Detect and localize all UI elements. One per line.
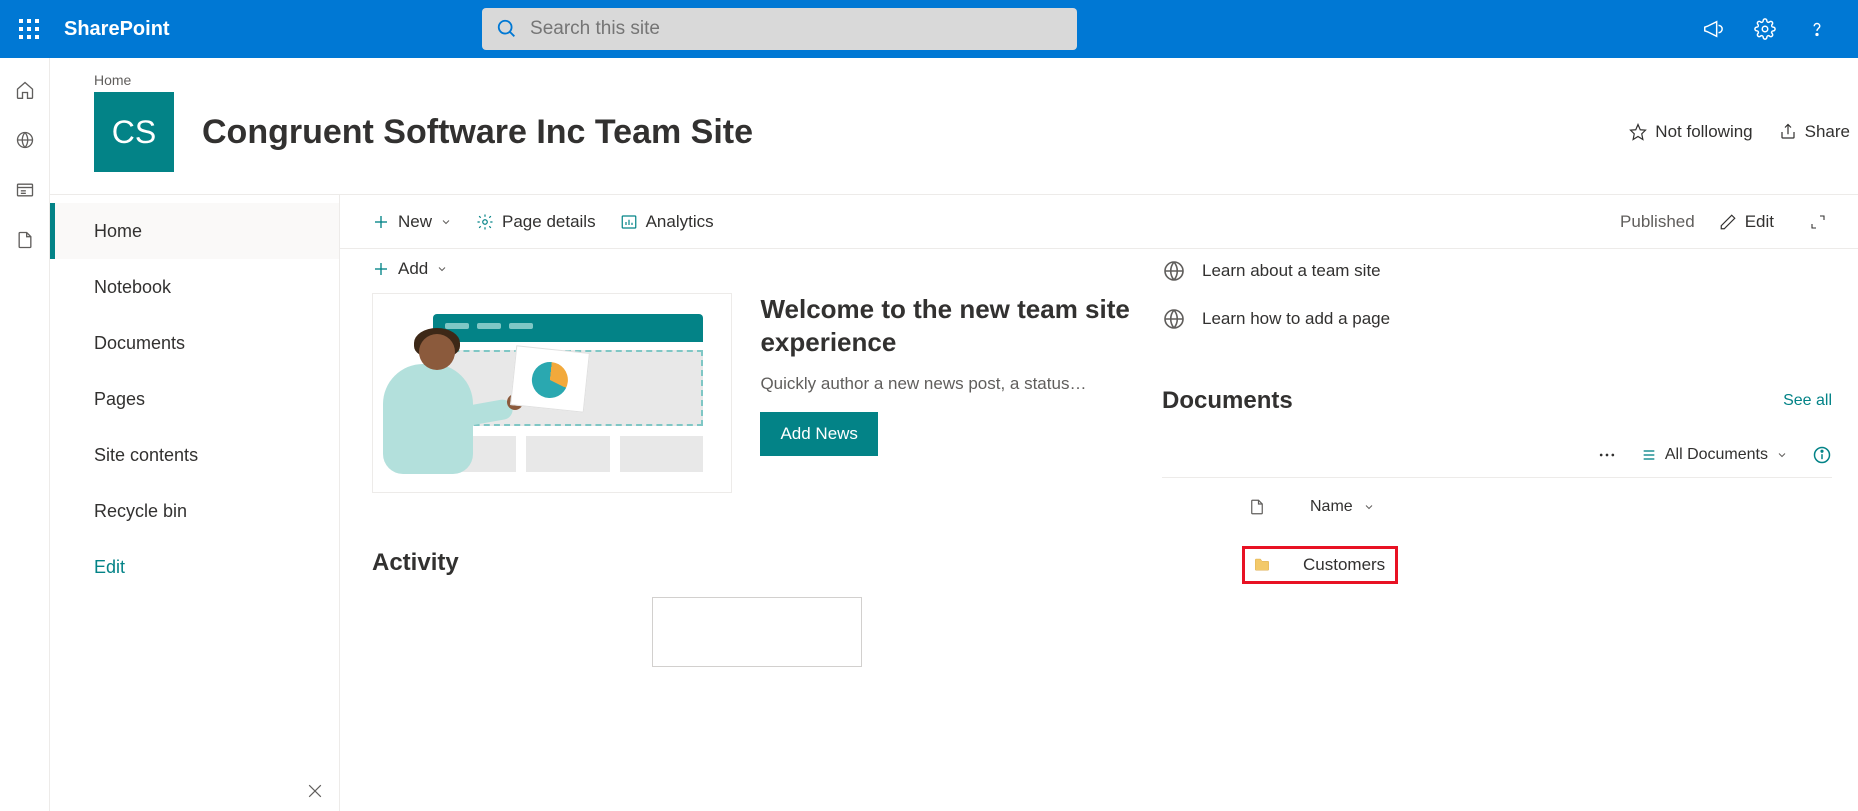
globe-icon — [1162, 259, 1186, 283]
globe-icon[interactable] — [15, 130, 35, 150]
chart-icon — [620, 213, 638, 231]
chevron-down-icon — [436, 263, 448, 275]
new-button[interactable]: New — [372, 212, 452, 232]
news-subtitle: Quickly author a new news post, a status… — [760, 374, 1140, 394]
help-icon[interactable] — [1806, 18, 1828, 40]
nav-item-recycle-bin[interactable]: Recycle bin — [50, 483, 339, 539]
breadcrumb[interactable]: Home — [94, 72, 1858, 88]
tip-learn-team-site[interactable]: Learn about a team site — [1162, 259, 1858, 283]
app-name[interactable]: SharePoint — [64, 18, 170, 41]
documents-heading: Documents — [1162, 387, 1293, 415]
gear-icon — [476, 213, 494, 231]
news-icon[interactable] — [15, 180, 35, 200]
command-bar: New Page details Analytics Published — [340, 195, 1858, 249]
tip-label: Learn how to add a page — [1202, 309, 1390, 329]
star-icon — [1629, 123, 1647, 141]
documents-column-header: Name — [1162, 478, 1858, 536]
home-icon[interactable] — [15, 80, 35, 100]
news-illustration — [372, 293, 732, 493]
suite-bar: SharePoint — [0, 0, 1858, 58]
view-label: All Documents — [1665, 446, 1768, 464]
settings-icon[interactable] — [1754, 18, 1776, 40]
search-box[interactable] — [482, 8, 1077, 50]
page-details-button[interactable]: Page details — [476, 212, 596, 232]
view-selector[interactable]: All Documents — [1641, 446, 1788, 464]
see-all-link[interactable]: See all — [1783, 392, 1832, 410]
nav-edit-link[interactable]: Edit — [50, 539, 339, 595]
app-rail — [0, 58, 50, 811]
add-label: Add — [398, 259, 428, 279]
search-icon — [496, 18, 518, 40]
expand-icon[interactable] — [1810, 214, 1826, 230]
site-header: Home CS Congruent Software Inc Team Site… — [50, 58, 1858, 195]
analytics-label: Analytics — [646, 212, 714, 232]
nav-item-pages[interactable]: Pages — [50, 371, 339, 427]
list-icon — [1641, 447, 1657, 463]
edit-label: Edit — [1745, 212, 1774, 232]
tip-learn-add-page[interactable]: Learn how to add a page — [1162, 307, 1858, 331]
chevron-down-icon — [440, 216, 452, 228]
plus-icon — [372, 213, 390, 231]
left-nav: Home Notebook Documents Pages Site conte… — [50, 195, 340, 811]
folder-icon — [1251, 556, 1273, 574]
site-logo[interactable]: CS — [94, 92, 174, 172]
share-icon — [1779, 123, 1797, 141]
waffle-icon — [19, 19, 39, 39]
share-label: Share — [1805, 122, 1850, 142]
file-type-icon[interactable] — [1248, 496, 1266, 518]
page-details-label: Page details — [502, 212, 596, 232]
app-launcher-button[interactable] — [0, 0, 58, 58]
activity-heading: Activity — [372, 549, 1162, 577]
add-news-button[interactable]: Add News — [760, 412, 877, 456]
chevron-down-icon — [1776, 449, 1788, 461]
nav-item-home[interactable]: Home — [50, 203, 339, 259]
follow-label: Not following — [1655, 122, 1752, 142]
nav-item-site-contents[interactable]: Site contents — [50, 427, 339, 483]
close-icon[interactable] — [305, 781, 325, 801]
news-title: Welcome to the new team site experience — [760, 293, 1140, 358]
follow-button[interactable]: Not following — [1629, 122, 1752, 142]
row-name: Customers — [1303, 555, 1385, 575]
new-label: New — [398, 212, 432, 232]
add-webpart-button[interactable]: Add — [372, 259, 1162, 279]
published-status: Published — [1620, 212, 1695, 232]
globe-icon — [1162, 307, 1186, 331]
nav-item-documents[interactable]: Documents — [50, 315, 339, 371]
pencil-icon — [1719, 213, 1737, 231]
info-icon[interactable] — [1812, 445, 1832, 465]
share-button[interactable]: Share — [1779, 122, 1850, 142]
documents-row[interactable]: Customers — [1162, 536, 1858, 594]
more-icon[interactable] — [1597, 445, 1617, 465]
file-icon[interactable] — [15, 230, 35, 250]
plus-icon — [372, 260, 390, 278]
activity-card-placeholder — [652, 597, 862, 667]
megaphone-icon[interactable] — [1702, 18, 1724, 40]
search-input[interactable] — [530, 18, 1063, 40]
nav-item-notebook[interactable]: Notebook — [50, 259, 339, 315]
chevron-down-icon — [1363, 501, 1375, 513]
tip-label: Learn about a team site — [1202, 261, 1381, 281]
edit-button[interactable]: Edit — [1719, 212, 1774, 232]
column-name[interactable]: Name — [1310, 498, 1375, 516]
site-title: Congruent Software Inc Team Site — [202, 113, 753, 152]
analytics-button[interactable]: Analytics — [620, 212, 714, 232]
